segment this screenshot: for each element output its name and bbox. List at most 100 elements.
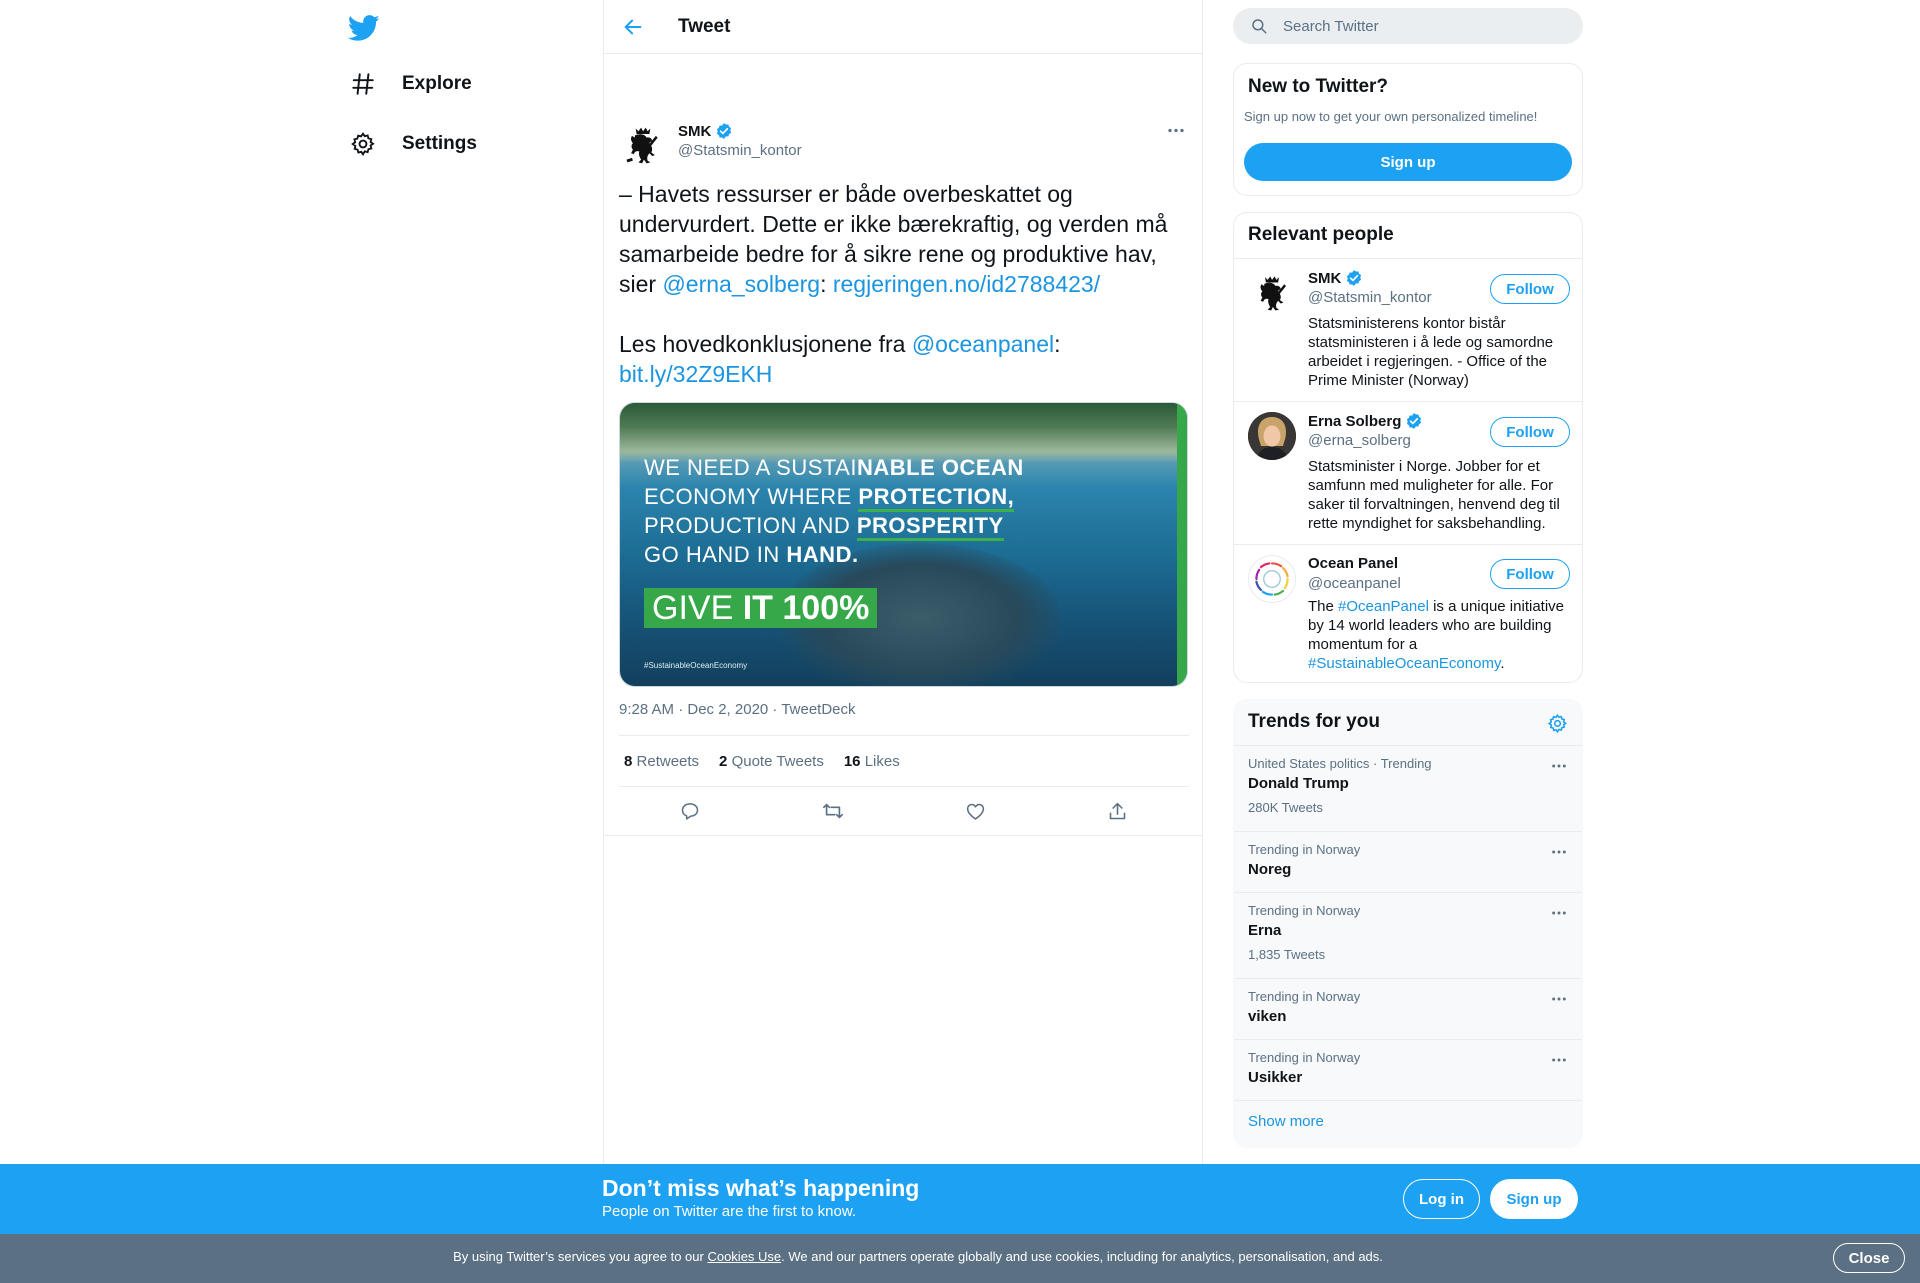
trend-context: Trending in Norway — [1248, 842, 1361, 857]
trend-context: Trending in Norway — [1248, 1050, 1361, 1065]
media-green-stripe — [1177, 403, 1187, 686]
nav-settings[interactable]: Settings — [348, 124, 477, 164]
trend-count: 1,835 Tweets — [1248, 947, 1326, 962]
author-handle[interactable]: @Statsmin_kontor — [678, 142, 802, 159]
more-dots-icon[interactable] — [1548, 1052, 1570, 1068]
gear-icon[interactable] — [1546, 712, 1568, 734]
trend-name: Donald Trump — [1248, 775, 1349, 792]
more-dots-icon[interactable] — [1548, 905, 1570, 921]
follow-button[interactable]: Follow — [1490, 274, 1570, 304]
person-handle: @erna_solberg — [1308, 432, 1411, 449]
person-bio: Statsminister i Norge. Jobber for et sam… — [1308, 458, 1560, 532]
tweet-text: – Havets ressurser er både overbeskattet… — [619, 179, 1189, 389]
twitter-bird-icon[interactable] — [347, 12, 380, 44]
verified-badge-icon — [715, 122, 733, 140]
person-ocean-panel[interactable]: Ocean Panel @oceanpanel Follow The #Ocea… — [1234, 545, 1582, 682]
trend-name: Usikker — [1248, 1069, 1303, 1086]
arrow-left-icon[interactable] — [618, 12, 648, 42]
person-smk[interactable]: SMK @Statsmin_kontor Follow Statsministe… — [1234, 259, 1582, 402]
media-give-it-100: GIVE IT 100% — [644, 588, 878, 628]
tweet-source[interactable]: TweetDeck — [781, 701, 855, 718]
avatar[interactable] — [1248, 269, 1296, 317]
tweet-text-sep: : — [1054, 331, 1061, 357]
retweets-stat[interactable]: 8 Retweets — [624, 753, 699, 770]
trend-item[interactable]: Trending in Norway Usikker — [1234, 1040, 1582, 1101]
tweet-media-image[interactable]: WE NEED A SUSTAINABLE OCEAN ECONOMY WHER… — [619, 402, 1188, 687]
follow-button[interactable]: Follow — [1490, 417, 1570, 447]
trends-title: Trends for you — [1248, 711, 1380, 732]
hashtag-oceanpanel[interactable]: #OceanPanel — [1338, 598, 1429, 615]
person-bio: Statsministerens kontor bistår statsmini… — [1308, 315, 1554, 389]
search-bar[interactable] — [1233, 8, 1583, 44]
cookies-use-link[interactable]: Cookies Use — [707, 1249, 781, 1264]
person-photo-icon — [1248, 412, 1296, 460]
reply-icon[interactable] — [673, 794, 707, 828]
more-dots-icon[interactable] — [1548, 758, 1570, 774]
login-button[interactable]: Log in — [1403, 1179, 1480, 1219]
trend-name: Noreg — [1248, 861, 1292, 878]
more-dots-icon[interactable] — [1548, 991, 1570, 1007]
share-icon[interactable] — [1101, 794, 1135, 828]
trend-name: viken — [1248, 1008, 1287, 1025]
ocean-panel-logo-icon — [1255, 562, 1289, 596]
cookie-text: By using Twitter’s services you agree to… — [453, 1249, 1383, 1264]
person-name-text: SMK — [1308, 269, 1342, 287]
trend-item[interactable]: Trending in Norway viken — [1234, 979, 1582, 1040]
person-handle: @Statsmin_kontor — [1308, 289, 1432, 306]
search-icon — [1249, 16, 1269, 36]
heart-icon[interactable] — [958, 794, 992, 828]
page-title: Tweet — [678, 16, 731, 37]
trend-item[interactable]: Trending in Norway Erna 1,835 Tweets — [1234, 893, 1582, 979]
trend-context: Trending in Norway — [1248, 989, 1361, 1004]
divider — [604, 835, 1202, 836]
quote-tweets-stat[interactable]: 2 Quote Tweets — [719, 753, 824, 770]
author-avatar[interactable] — [619, 121, 667, 169]
trends-card: Trends for you United States politics · … — [1233, 699, 1583, 1148]
person-name: SMK — [1308, 269, 1363, 287]
new-to-twitter-title: New to Twitter? — [1248, 76, 1389, 97]
person-name-text: Erna Solberg — [1308, 412, 1402, 430]
sidebar-signup-button[interactable]: Sign up — [1244, 143, 1572, 181]
tweet-paragraph-2: Les hovedkonklusjonene fra @oceanpanel: b… — [619, 329, 1189, 389]
search-input[interactable] — [1283, 17, 1563, 35]
person-erna-solberg[interactable]: Erna Solberg @erna_solberg Follow Statsm… — [1234, 402, 1582, 545]
person-handle: @oceanpanel — [1308, 575, 1401, 592]
hashtag-icon — [348, 69, 378, 99]
avatar[interactable] — [1248, 412, 1296, 460]
more-dots-icon[interactable] — [1548, 844, 1570, 860]
signup-button[interactable]: Sign up — [1490, 1179, 1578, 1219]
tweet-paragraph-1: – Havets ressurser er både overbeskattet… — [619, 179, 1189, 299]
main-column: Tweet SMK @Statsmin_kontor – Havets ress… — [603, 0, 1203, 1283]
follow-button[interactable]: Follow — [1490, 559, 1570, 589]
verified-badge-icon — [1345, 269, 1363, 287]
signup-banner-title: Don’t miss what’s happening — [602, 1175, 920, 1201]
cookie-close-button[interactable]: Close — [1833, 1243, 1905, 1273]
hashtag-sustainableoceaneconomy[interactable]: #SustainableOceanEconomy — [1308, 655, 1500, 672]
mention-oceanpanel[interactable]: @oceanpanel — [912, 331, 1054, 357]
author-name[interactable]: SMK — [678, 122, 733, 140]
tweet-timestamp[interactable]: 9:28 AM · Dec 2, 2020 — [619, 701, 768, 718]
meta-separator: · — [768, 701, 782, 718]
relevant-people-header: Relevant people — [1234, 213, 1582, 259]
new-to-twitter-subtitle: Sign up now to get your own personalized… — [1244, 109, 1538, 124]
nav-explore[interactable]: Explore — [348, 64, 472, 104]
media-text-line-3: PRODUCTION AND PROSPERITY — [644, 513, 1004, 541]
link-regjeringen[interactable]: regjeringen.no/id2788423/ — [833, 271, 1100, 297]
more-dots-icon[interactable] — [1164, 120, 1188, 140]
nav-settings-label: Settings — [402, 133, 477, 154]
avatar[interactable] — [1248, 555, 1296, 603]
show-more-link[interactable]: Show more — [1248, 1113, 1324, 1130]
tweet-stats: 8 Retweets 2 Quote Tweets 16 Likes — [619, 735, 1189, 787]
person-bio: The #OceanPanel is a unique initiative b… — [1308, 598, 1565, 672]
norway-lion-emblem-icon — [626, 127, 658, 164]
mention-erna-solberg[interactable]: @erna_solberg — [662, 271, 820, 297]
trend-item[interactable]: Trending in Norway Noreg — [1234, 832, 1582, 893]
link-bitly[interactable]: bit.ly/32Z9EKH — [619, 361, 772, 387]
relevant-people-title: Relevant people — [1248, 224, 1394, 245]
tweet-meta: 9:28 AM · Dec 2, 2020 · TweetDeck — [619, 701, 856, 718]
trend-item[interactable]: United States politics · Trending Donald… — [1234, 746, 1582, 832]
relevant-people-card: Relevant people SMK @Statsmin_kontor Fol… — [1233, 212, 1583, 683]
tweet-text-part: Les hovedkonklusjonene fra — [619, 331, 912, 357]
likes-stat[interactable]: 16 Likes — [844, 753, 900, 770]
retweet-icon[interactable] — [816, 794, 850, 828]
